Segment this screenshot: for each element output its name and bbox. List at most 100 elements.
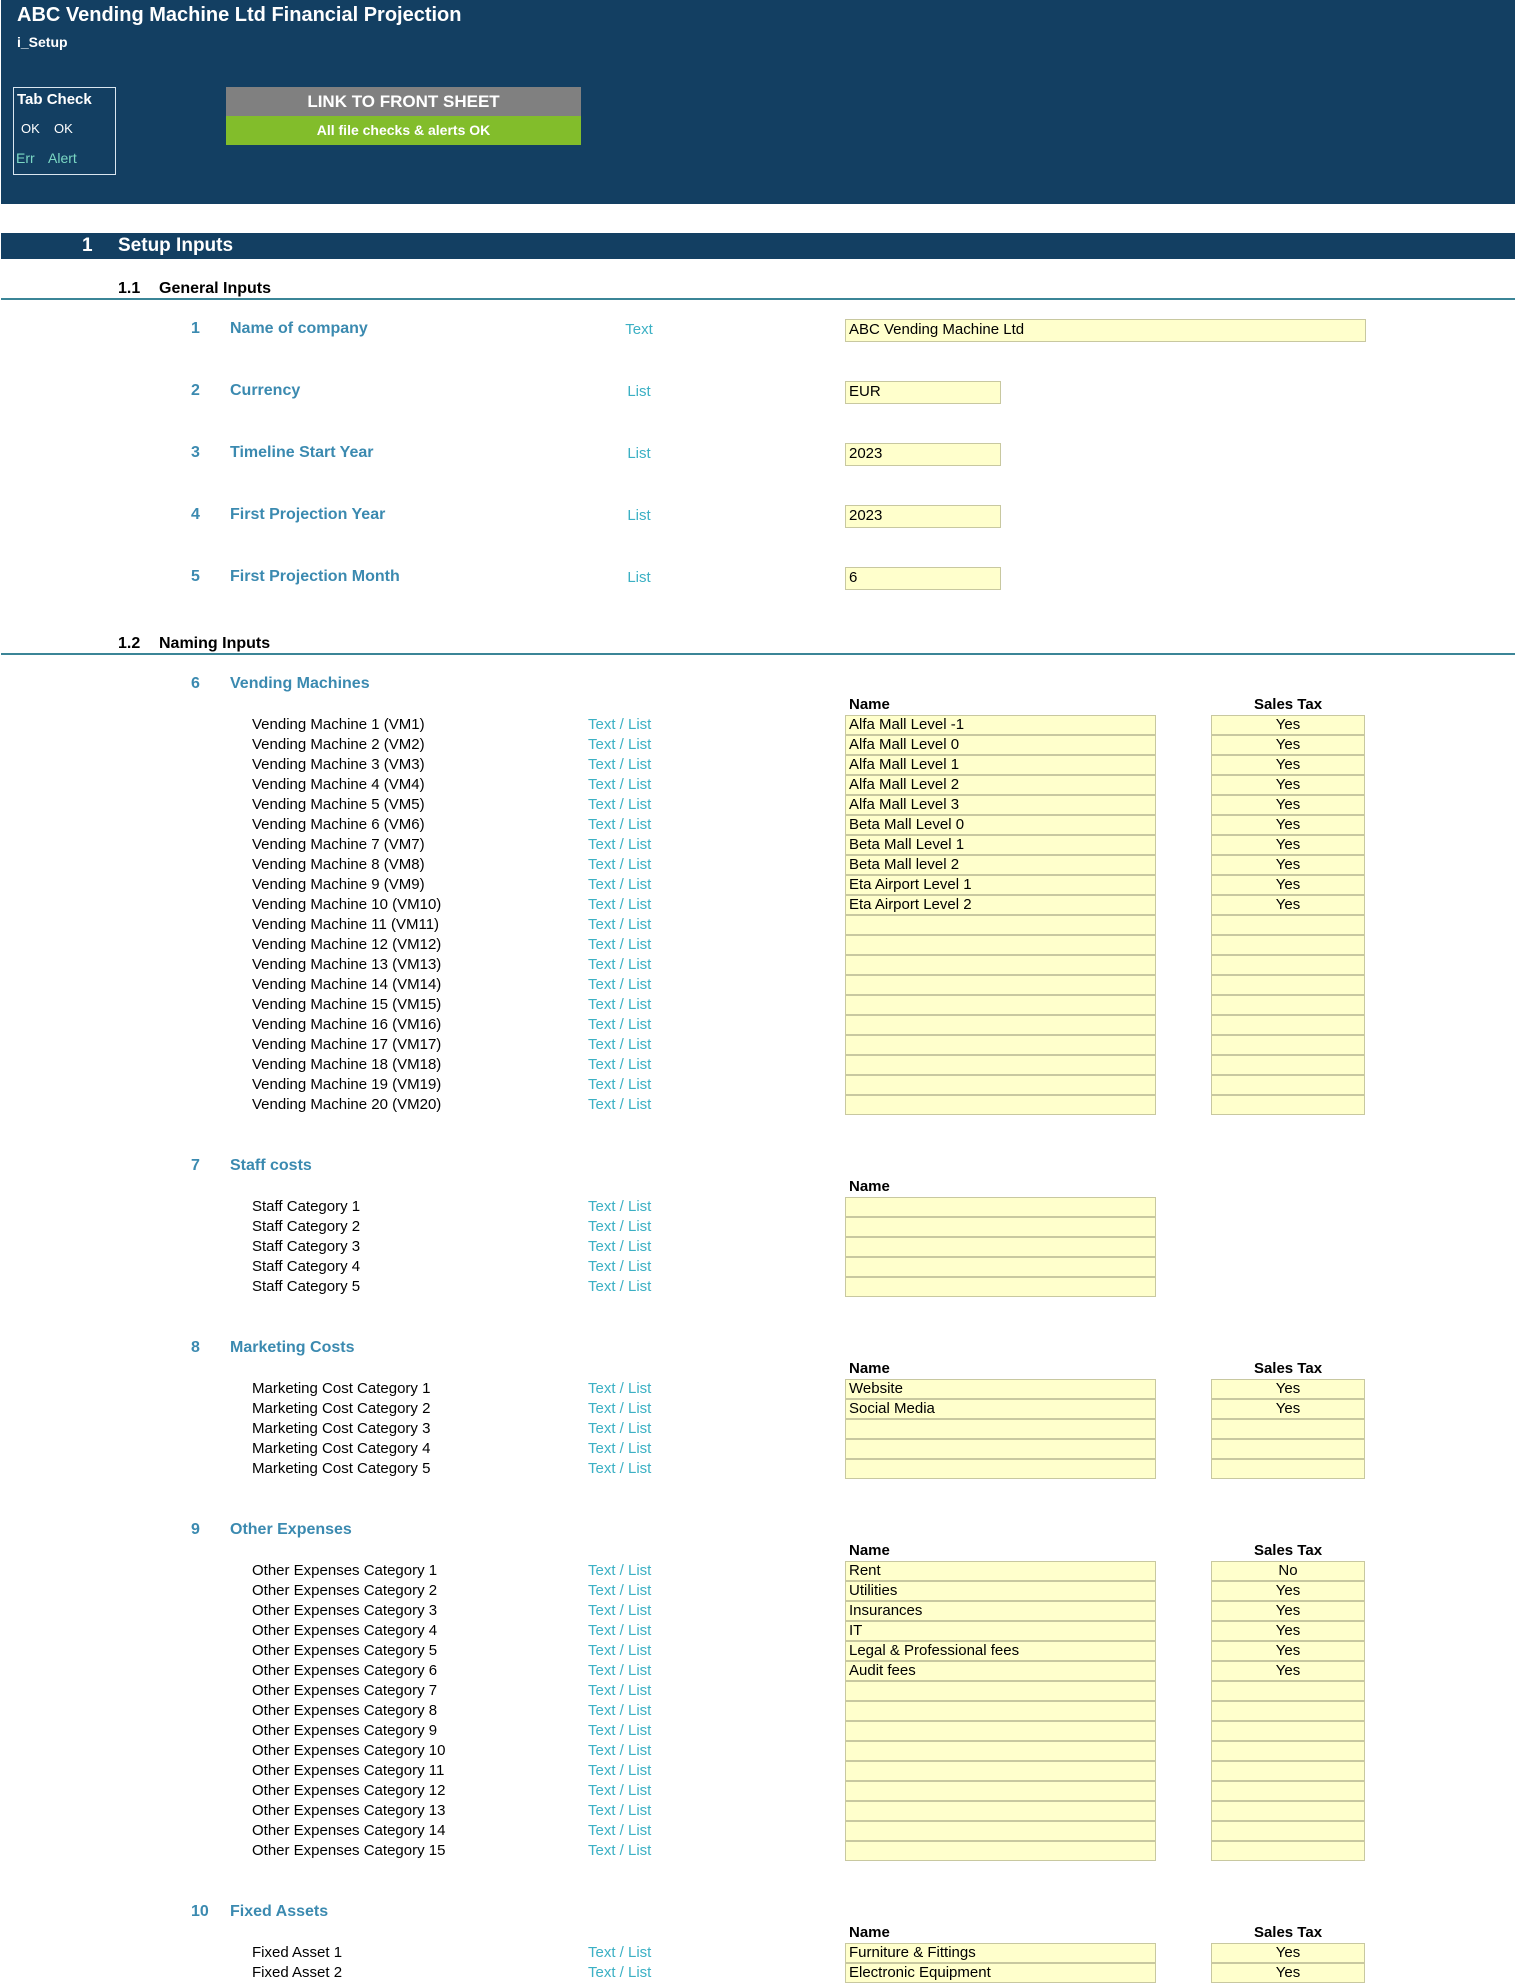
sales-tax-select[interactable] [1211,1761,1365,1781]
sales-tax-select[interactable]: Yes [1211,795,1365,815]
name-input[interactable] [845,1197,1156,1217]
sales-tax-select[interactable] [1211,1075,1365,1095]
sales-tax-select[interactable]: Yes [1211,1379,1365,1399]
sales-tax-select[interactable] [1211,1801,1365,1821]
name-input[interactable]: Electronic Equipment [845,1963,1156,1983]
sales-tax-select[interactable]: Yes [1211,735,1365,755]
name-input[interactable] [845,975,1156,995]
name-input[interactable]: Rent [845,1561,1156,1581]
sales-tax-select[interactable] [1211,1439,1365,1459]
name-input[interactable] [845,1459,1156,1479]
sales-tax-select[interactable]: Yes [1211,875,1365,895]
group-number: 9 [191,1521,200,1538]
name-input[interactable]: Furniture & Fittings [845,1943,1156,1963]
general-item-input[interactable]: 2023 [845,505,1001,528]
name-input[interactable] [845,915,1156,935]
name-input[interactable]: Eta Airport Level 1 [845,875,1156,895]
sales-tax-select[interactable] [1211,1701,1365,1721]
name-input[interactable] [845,1439,1156,1459]
sales-tax-select[interactable] [1211,1419,1365,1439]
name-input[interactable]: Beta Mall Level 0 [845,815,1156,835]
general-item-input[interactable]: 2023 [845,443,1001,466]
name-input[interactable]: Alfa Mall Level 1 [845,755,1156,775]
name-input[interactable] [845,1419,1156,1439]
general-item-input[interactable]: 6 [845,567,1001,590]
name-input[interactable]: Eta Airport Level 2 [845,895,1156,915]
sales-tax-select[interactable] [1211,1055,1365,1075]
sales-tax-select[interactable]: Yes [1211,835,1365,855]
general-item-input[interactable]: ABC Vending Machine Ltd [845,319,1366,342]
name-input[interactable]: Utilities [845,1581,1156,1601]
name-input[interactable]: Beta Mall Level 1 [845,835,1156,855]
name-input[interactable] [845,1035,1156,1055]
sales-tax-select[interactable]: Yes [1211,1601,1365,1621]
sales-tax-select[interactable] [1211,1721,1365,1741]
name-input[interactable] [845,1761,1156,1781]
name-input[interactable] [845,1015,1156,1035]
sales-tax-select[interactable]: Yes [1211,775,1365,795]
sales-tax-select[interactable] [1211,1035,1365,1055]
name-input[interactable]: Audit fees [845,1661,1156,1681]
sales-tax-select[interactable]: Yes [1211,1641,1365,1661]
sales-tax-select[interactable] [1211,1781,1365,1801]
name-input[interactable]: Website [845,1379,1156,1399]
name-input[interactable] [845,1217,1156,1237]
sales-tax-select[interactable]: Yes [1211,1963,1365,1983]
name-input[interactable] [845,1801,1156,1821]
sales-tax-select[interactable]: Yes [1211,1661,1365,1681]
sales-tax-select[interactable] [1211,1841,1365,1861]
sales-tax-select[interactable]: Yes [1211,1621,1365,1641]
name-input[interactable] [845,1237,1156,1257]
sales-tax-select[interactable]: Yes [1211,895,1365,915]
name-input[interactable] [845,1277,1156,1297]
name-input[interactable]: Alfa Mall Level -1 [845,715,1156,735]
name-input[interactable] [845,1701,1156,1721]
sales-tax-select[interactable] [1211,1821,1365,1841]
general-item-input[interactable]: EUR [845,381,1001,404]
name-input[interactable]: Alfa Mall Level 3 [845,795,1156,815]
name-input[interactable] [845,1055,1156,1075]
name-input[interactable] [845,1257,1156,1277]
name-input[interactable] [845,955,1156,975]
link-to-front-sheet-button[interactable]: LINK TO FRONT SHEET All file checks & al… [226,87,581,145]
sales-tax-select[interactable]: Yes [1211,1943,1365,1963]
name-input[interactable] [845,1095,1156,1115]
sales-tax-select[interactable]: Yes [1211,715,1365,735]
sales-tax-select[interactable] [1211,955,1365,975]
sales-tax-select[interactable] [1211,935,1365,955]
group-title: Fixed Assets [230,1903,329,1920]
sales-tax-select[interactable] [1211,975,1365,995]
name-input[interactable] [845,935,1156,955]
name-input[interactable]: Alfa Mall Level 0 [845,735,1156,755]
row-label: Vending Machine 14 (VM14) [252,976,442,993]
name-input[interactable]: IT [845,1621,1156,1641]
sales-tax-select[interactable] [1211,1459,1365,1479]
name-input[interactable] [845,1721,1156,1741]
link-to-front-sheet-label[interactable]: LINK TO FRONT SHEET [226,87,581,116]
name-input[interactable] [845,995,1156,1015]
sales-tax-select[interactable]: No [1211,1561,1365,1581]
sales-tax-select[interactable]: Yes [1211,1581,1365,1601]
sales-tax-select[interactable]: Yes [1211,855,1365,875]
sales-tax-select[interactable]: Yes [1211,1399,1365,1419]
name-input[interactable]: Alfa Mall Level 2 [845,775,1156,795]
sales-tax-select[interactable] [1211,1681,1365,1701]
sales-tax-select[interactable] [1211,995,1365,1015]
name-input[interactable] [845,1841,1156,1861]
sales-tax-select[interactable] [1211,1095,1365,1115]
name-input[interactable] [845,1681,1156,1701]
name-input[interactable]: Legal & Professional fees [845,1641,1156,1661]
name-input[interactable] [845,1741,1156,1761]
row-label: Vending Machine 5 (VM5) [252,796,425,813]
name-input[interactable]: Beta Mall level 2 [845,855,1156,875]
sales-tax-select[interactable]: Yes [1211,815,1365,835]
name-input[interactable]: Social Media [845,1399,1156,1419]
name-input[interactable] [845,1781,1156,1801]
sales-tax-select[interactable]: Yes [1211,755,1365,775]
name-input[interactable] [845,1821,1156,1841]
sales-tax-select[interactable] [1211,915,1365,935]
name-input[interactable]: Insurances [845,1601,1156,1621]
name-input[interactable] [845,1075,1156,1095]
sales-tax-select[interactable] [1211,1741,1365,1761]
sales-tax-select[interactable] [1211,1015,1365,1035]
